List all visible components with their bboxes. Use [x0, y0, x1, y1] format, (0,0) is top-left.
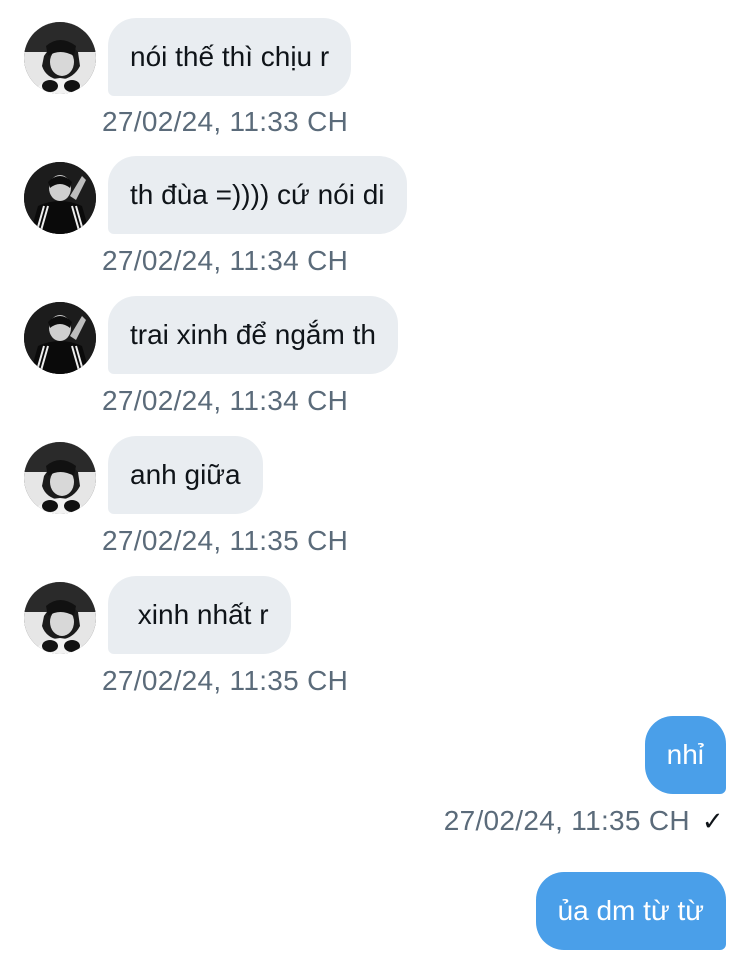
message-bubble[interactable]: th đùa =)))) cứ nói di — [108, 156, 407, 234]
message-timestamp: 27/02/24, 11:35 CH — [102, 665, 349, 696]
message-text: nhỉ — [666, 739, 704, 770]
profile-photo-headphones-icon — [24, 442, 96, 514]
message-text: trai xinh để ngắm th — [130, 319, 376, 350]
message-text: nói thế thì chịu r — [130, 41, 330, 72]
avatar[interactable] — [24, 442, 96, 514]
message-meta: 27/02/24, 11:35 CH ✓ — [444, 805, 724, 837]
message-timestamp: 27/02/24, 11:33 CH — [102, 106, 349, 137]
message-bubble[interactable]: anh giữa — [108, 436, 263, 514]
profile-photo-headphones-icon — [24, 22, 96, 94]
message-bubble[interactable]: nhỉ — [644, 716, 726, 794]
message-timestamp: 27/02/24, 11:35 CH — [443, 805, 690, 836]
message-bubble[interactable]: ủa dm từ từ — [535, 872, 726, 950]
avatar[interactable] — [24, 302, 96, 374]
message-text: anh giữa — [130, 459, 241, 490]
message-timestamp: 27/02/24, 11:34 CH — [102, 385, 349, 416]
conversation-thread: nói thế thì chịu r 27/02/24, 11:33 CH th… — [0, 0, 750, 961]
avatar[interactable] — [24, 162, 96, 234]
message-text: xinh nhất r — [130, 599, 269, 630]
profile-photo-headphones-icon — [24, 582, 96, 654]
avatar[interactable] — [24, 22, 96, 94]
profile-photo-tracksuit-icon — [24, 162, 96, 234]
message-timestamp: 27/02/24, 11:35 CH — [102, 525, 349, 556]
message-bubble[interactable]: trai xinh để ngắm th — [108, 296, 398, 374]
profile-photo-tracksuit-icon — [24, 302, 96, 374]
checkmark-icon: ✓ — [701, 806, 724, 836]
message-bubble[interactable]: xinh nhất r — [108, 576, 291, 654]
message-bubble[interactable]: nói thế thì chịu r — [108, 18, 352, 96]
message-text: ủa dm từ từ — [557, 895, 704, 926]
message-timestamp: 27/02/24, 11:34 CH — [102, 245, 349, 276]
message-text: th đùa =)))) cứ nói di — [130, 179, 385, 210]
avatar[interactable] — [24, 582, 96, 654]
